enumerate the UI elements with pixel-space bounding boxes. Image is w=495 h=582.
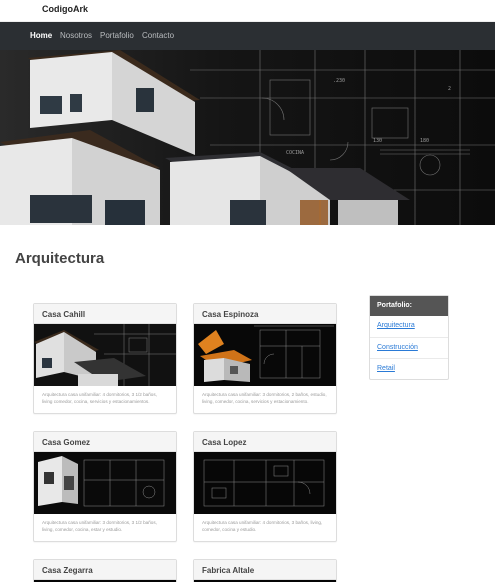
card-title[interactable]: Casa Cahill [34,304,176,324]
svg-text:180: 180 [420,138,429,144]
portfolio-card-casa-lopez[interactable]: Casa Lopez Arquitectura casa unifamiliar… [193,431,337,542]
card-image[interactable] [34,452,176,514]
svg-text:.230: .230 [333,78,345,84]
sidebar-link-construccion[interactable]: Construcción [370,337,448,358]
card-title[interactable]: Fabrica Altale [194,560,336,580]
svg-text:COCINA: COCINA [286,150,304,156]
card-title[interactable]: Casa Gomez [34,432,176,452]
portfolio-card-casa-espinoza[interactable]: Casa Espinoza Arquitectura casa unifamil… [193,303,337,414]
portfolio-card-casa-zegarra[interactable]: Casa Zegarra [33,559,177,582]
portfolio-card-fabrica-altale[interactable]: Fabrica Altale [193,559,337,582]
card-title[interactable]: Casa Lopez [194,432,336,452]
svg-text:130: 130 [373,138,382,144]
card-description: Arquitectura casa unifamiliar: 3 dormito… [202,392,327,404]
card-description: Arquitectura casa unifamiliar: 4 dormito… [42,392,157,404]
sidebar-link-retail[interactable]: Retail [370,358,448,379]
svg-text:2: 2 [448,86,451,92]
nav-item-portafolio[interactable]: Portafolio [100,31,134,40]
card-description: Arquitectura casa unifamiliar: 4 dormito… [202,520,323,532]
portfolio-card-casa-gomez[interactable]: Casa Gomez Arquitectura casa unifamiliar… [33,431,177,542]
card-description: Arquitectura casa unifamiliar: 3 dormito… [42,520,157,532]
main-navbar: Home Nosotros Portafolio Contacto [0,22,495,50]
card-image[interactable] [194,452,336,514]
brand-bar: CodigoArk [0,0,495,22]
nav-item-home[interactable]: Home [30,31,52,40]
sidebar-link-arquitectura[interactable]: Arquitectura [370,316,448,337]
card-title[interactable]: Casa Zegarra [34,560,176,580]
page-title: Arquitectura [15,250,105,267]
hero-banner-image: .230 130 180 2 COCINA [0,50,495,225]
card-image[interactable] [194,324,336,386]
card-image[interactable] [34,324,176,386]
portfolio-card-casa-cahill[interactable]: Casa Cahill Arquitectura casa unifamilia… [33,303,177,414]
card-title[interactable]: Casa Espinoza [194,304,336,324]
brand-logo-link[interactable]: CodigoArk [42,4,88,14]
portfolio-sidebar: Portafolio: Arquitectura Construcción Re… [369,295,449,380]
nav-item-nosotros[interactable]: Nosotros [60,31,92,40]
sidebar-heading: Portafolio: [370,296,448,316]
nav-item-contacto[interactable]: Contacto [142,31,174,40]
